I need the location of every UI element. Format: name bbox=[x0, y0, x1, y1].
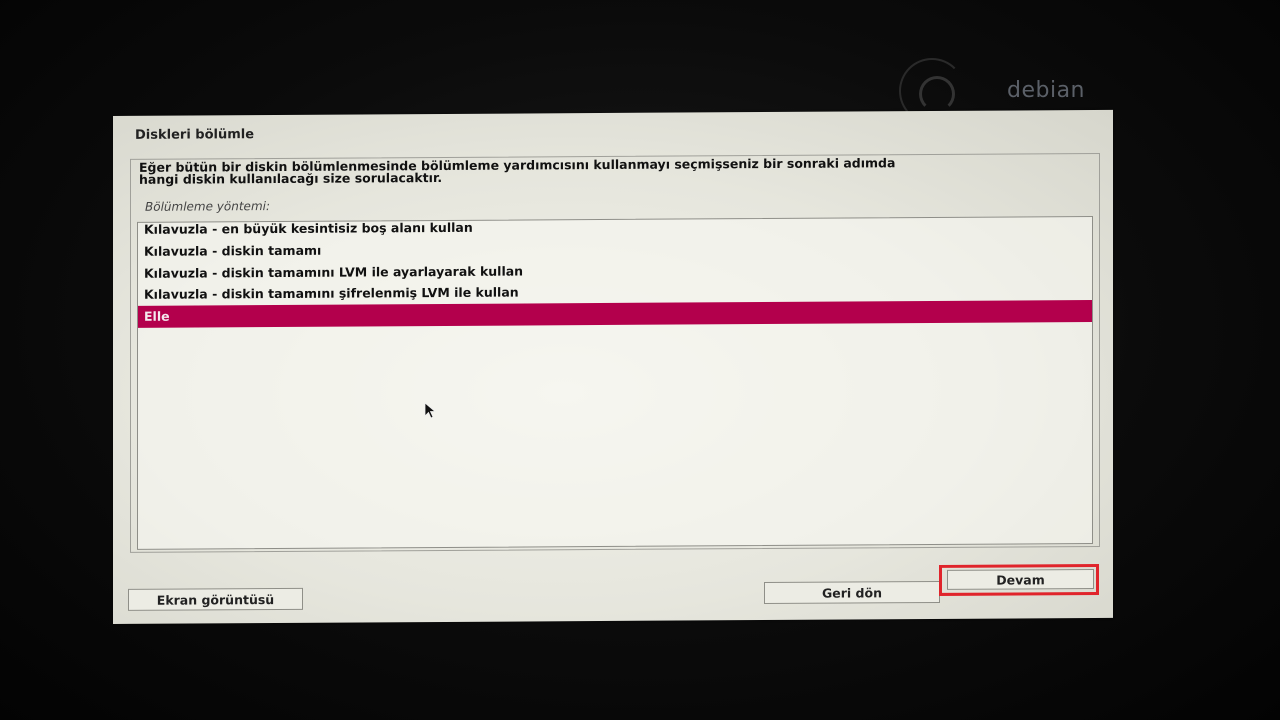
list-item-manual[interactable]: Elle bbox=[138, 300, 1092, 328]
content-frame: Eğer bütün bir diskin bölümlenmesinde bö… bbox=[130, 152, 1100, 553]
dialog-description: Eğer bütün bir diskin bölümlenmesinde bö… bbox=[139, 155, 896, 187]
continue-button[interactable]: Devam bbox=[947, 569, 1094, 590]
back-button[interactable]: Geri dön bbox=[764, 580, 940, 605]
partitioning-method-label: Bölümleme yöntemi: bbox=[145, 199, 271, 214]
screenshot-button[interactable]: Ekran görüntüsü bbox=[128, 587, 303, 611]
dialog-title: Diskleri bölümle bbox=[135, 127, 255, 143]
partitioning-method-list[interactable]: Kılavuzla - en büyük kesintisiz boş alan… bbox=[137, 216, 1093, 550]
installer-dialog: Diskleri bölümle Eğer bütün bir diskin b… bbox=[113, 109, 1113, 624]
logo-text: debian bbox=[1007, 78, 1086, 103]
